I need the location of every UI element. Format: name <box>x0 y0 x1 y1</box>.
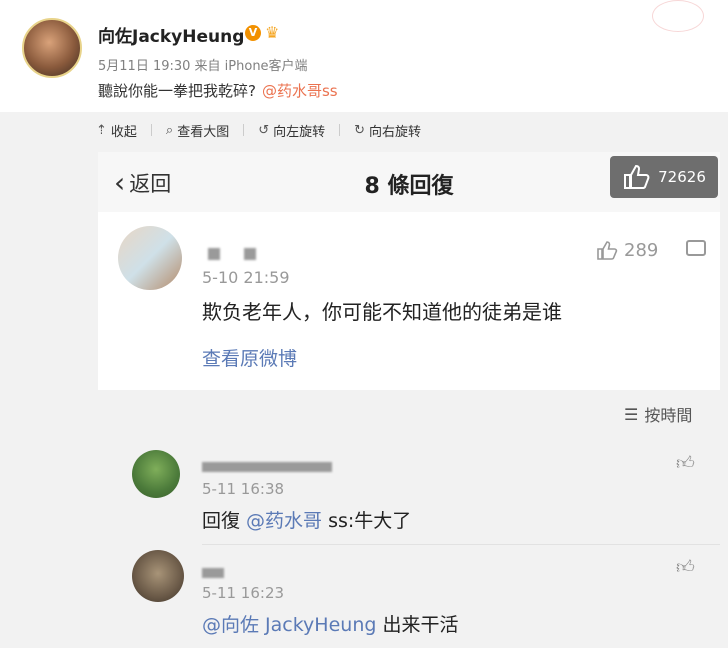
reply-mention-link[interactable]: @药水哥 <box>246 510 322 532</box>
blurred-username <box>202 462 332 472</box>
replier-avatar[interactable] <box>132 550 184 602</box>
comment-like-count: 289 <box>624 240 659 261</box>
view-original-link[interactable]: 查看原微博 <box>202 344 297 371</box>
collapse-button[interactable]: ⇡ 收起 <box>96 121 137 140</box>
reply-suffix: ss:牛大了 <box>322 510 412 532</box>
view-large-button[interactable]: ⌕ 查看大图 <box>166 121 229 140</box>
rotate-left-label: 向左旋转 <box>273 124 326 140</box>
reply-list: ☰ 按時間 👍︎ 5-11 16:38 回復 @药水哥 ss:牛大了 👍︎ 5-… <box>98 390 720 648</box>
like-button[interactable]: 72626 <box>610 156 718 198</box>
image-viewer: ⇡ 收起 ⌕ 查看大图 ↺ 向左旋转 ↻ 向右旋转 ‹ 返回 8 條回復 726… <box>0 112 728 648</box>
weibo-post-header: 向佐JackyHeung V ♛ 5月11日 19:30 来自 iPhone客户… <box>0 0 728 112</box>
thumbs-up-icon <box>624 164 650 189</box>
reply-item: 👍︎ 5-11 16:23 @向佐 JackyHeung 出来干活 <box>98 546 720 648</box>
post-meta: 5月11日 19:30 来自 iPhone客户端 <box>98 59 308 74</box>
rotate-right-icon: ↻ <box>354 122 366 138</box>
replier-avatar[interactable] <box>132 450 180 498</box>
magnifier-icon: ⌕ <box>165 122 174 138</box>
author-avatar[interactable] <box>22 18 82 78</box>
reply-suffix: 出来干活 <box>376 614 459 636</box>
watermark-stamp <box>652 0 704 32</box>
like-count: 72626 <box>658 168 706 186</box>
rotate-left-icon: ↺ <box>258 122 270 138</box>
blurred-username <box>208 248 220 260</box>
post-text: 聽說你能一拳把我乾碎? @药水哥ss <box>98 80 338 101</box>
main-comment: 289 5-10 21:59 欺负老年人，你可能不知道他的徒弟是谁 查看原微博 <box>98 212 720 390</box>
reply-like-icon[interactable]: 👍︎ <box>676 452 695 474</box>
sort-icon: ☰ <box>624 404 639 424</box>
commenter-avatar[interactable] <box>118 226 182 290</box>
verified-badge-icon: V <box>245 25 261 41</box>
comment-time: 5-10 21:59 <box>202 268 290 287</box>
reply-mention-link[interactable]: @向佐 JackyHeung <box>202 614 376 636</box>
thumbs-up-icon <box>597 240 618 260</box>
post-text-body: 聽說你能一拳把我乾碎? <box>98 82 256 100</box>
reply-text: @向佐 JackyHeung 出来干活 <box>202 610 458 637</box>
reply-time: 5-11 16:38 <box>202 480 285 498</box>
sort-button[interactable]: ☰ 按時間 <box>624 402 692 426</box>
crown-icon: ♛ <box>265 23 280 42</box>
image-toolbar: ⇡ 收起 ⌕ 查看大图 ↺ 向左旋转 ↻ 向右旋转 <box>96 120 421 140</box>
embedded-screenshot: ‹ 返回 8 條回復 72626 289 5-10 21:59 欺负老年人，你可… <box>98 152 720 648</box>
toolbar-divider <box>150 124 152 136</box>
message-icon[interactable] <box>686 240 706 256</box>
collapse-label: 收起 <box>110 124 137 140</box>
reply-divider <box>202 544 720 545</box>
reply-item: 👍︎ 5-11 16:38 回復 @药水哥 ss:牛大了 <box>98 438 720 542</box>
reply-navbar: ‹ 返回 8 條回復 72626 <box>98 152 720 212</box>
reply-like-icon[interactable]: 👍︎ <box>676 556 695 578</box>
comment-like-button[interactable]: 289 <box>596 240 658 261</box>
blurred-username <box>202 568 224 578</box>
post-mention-link[interactable]: @药水哥ss <box>262 82 338 100</box>
rotate-right-label: 向右旋转 <box>369 124 422 140</box>
toolbar-divider <box>243 124 245 136</box>
toolbar-divider <box>339 124 341 136</box>
reply-prefix: 回復 <box>202 510 247 532</box>
reply-time: 5-11 16:23 <box>202 584 285 602</box>
sort-label: 按時間 <box>644 406 693 425</box>
collapse-icon: ⇡ <box>96 122 107 138</box>
rotate-right-button[interactable]: ↻ 向右旋转 <box>354 121 421 140</box>
comment-text: 欺负老年人，你可能不知道他的徒弟是谁 <box>202 300 562 324</box>
rotate-left-button[interactable]: ↺ 向左旋转 <box>258 121 325 140</box>
blurred-username <box>244 248 256 260</box>
author-name[interactable]: 向佐JackyHeung <box>98 22 244 47</box>
reply-text: 回復 @药水哥 ss:牛大了 <box>202 506 411 533</box>
view-large-label: 查看大图 <box>177 124 230 140</box>
